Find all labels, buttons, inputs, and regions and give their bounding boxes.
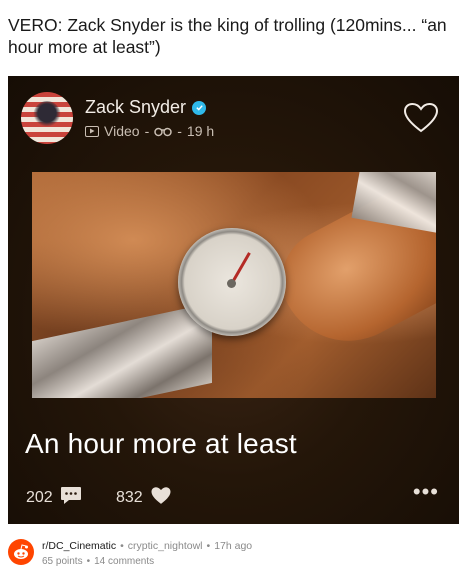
- video-icon: [85, 125, 99, 137]
- verified-badge-icon: [192, 100, 207, 115]
- post-photo[interactable]: [32, 172, 436, 398]
- heart-icon: [150, 486, 172, 510]
- footer-line-primary: r/DC_Cinematic • cryptic_nightowl • 17h ago: [42, 540, 252, 552]
- separator-dot: •: [120, 540, 124, 552]
- post-points: 65 points: [42, 556, 83, 567]
- post-time: 17h ago: [214, 540, 253, 552]
- meta-time: 19 h: [186, 123, 215, 139]
- thermometer-hub: [227, 279, 236, 288]
- likes-count: 832: [116, 489, 143, 506]
- post-title[interactable]: VERO: Zack Snyder is the king of trollin…: [8, 14, 460, 58]
- vero-post-card: Zack Snyder Video - - 19 h An hour more …: [8, 76, 459, 524]
- avatar-figure: [33, 101, 61, 131]
- separator-dot: •: [206, 540, 211, 552]
- post-caption: An hour more at least: [25, 428, 297, 459]
- post-meta: Video - - 19 h: [85, 123, 214, 139]
- post-author-link[interactable]: cryptic_nightowl: [128, 540, 203, 552]
- foil-bottom-left: [32, 302, 212, 398]
- author-name[interactable]: Zack Snyder: [85, 97, 186, 118]
- comment-icon: [60, 486, 82, 510]
- reddit-alien-icon[interactable]: [8, 539, 34, 565]
- separator-dot: •: [86, 556, 91, 567]
- likes-stat[interactable]: 832: [116, 486, 172, 510]
- more-options-button[interactable]: •••: [413, 479, 439, 505]
- comments-count: 202: [26, 489, 53, 506]
- comments-stat[interactable]: 202: [26, 486, 82, 510]
- heart-outline-icon[interactable]: [403, 102, 439, 139]
- binoculars-icon: [154, 125, 172, 137]
- post-footer: r/DC_Cinematic • cryptic_nightowl • 17h ago …: [8, 536, 460, 572]
- subreddit-link[interactable]: r/DC_Cinematic: [42, 540, 116, 552]
- meta-type: Video: [104, 123, 140, 139]
- author-row: Zack Snyder: [85, 97, 207, 118]
- footer-line-secondary: 65 points • 14 comments: [42, 556, 154, 567]
- author-avatar[interactable]: [21, 92, 73, 144]
- comments-link[interactable]: 14 comments: [94, 556, 154, 567]
- meat-thermometer: [178, 228, 286, 336]
- meta-separator: -: [144, 123, 150, 139]
- meta-separator-2: -: [177, 123, 182, 139]
